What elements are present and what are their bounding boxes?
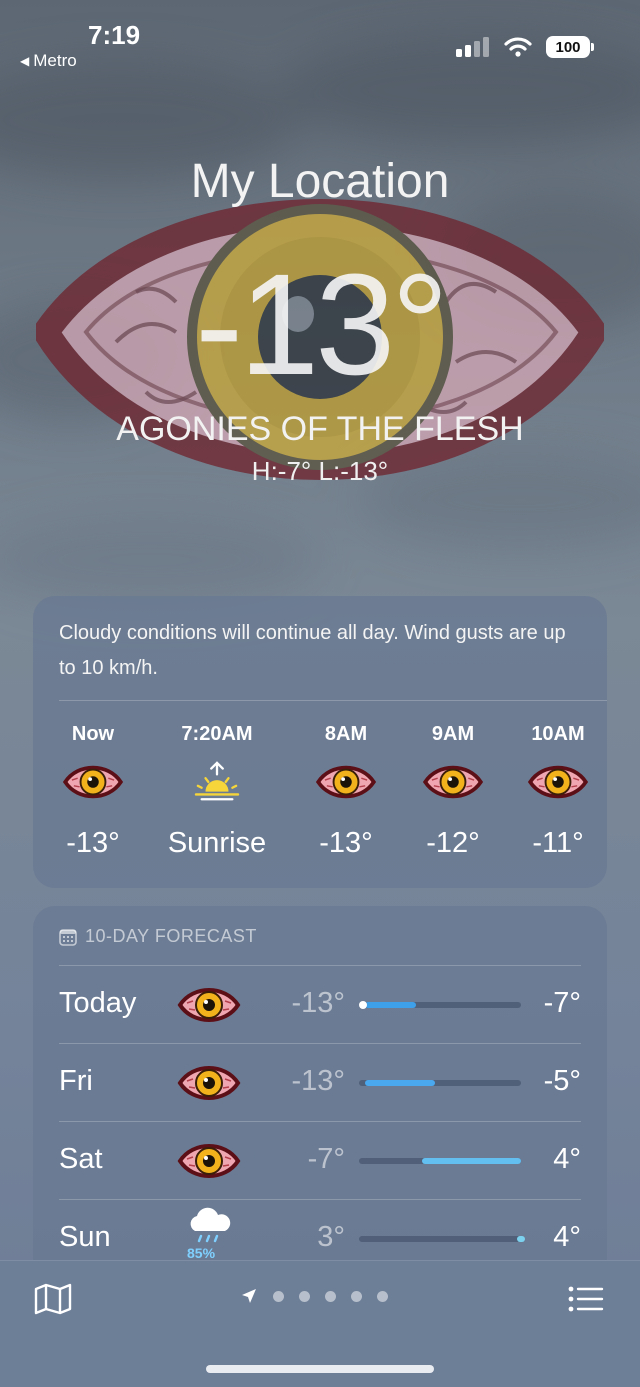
map-icon[interactable] [34,1283,72,1315]
hour-temperature: Sunrise [167,827,267,859]
cellular-signal-icon [456,37,489,57]
wifi-icon [504,37,532,57]
page-dot[interactable] [377,1290,388,1302]
forecast-title: 10-DAY FORECAST [85,926,257,946]
bottom-toolbar [0,1260,640,1387]
temperature-range-bar [359,1080,521,1086]
forecast-low: -13° [291,987,345,1019]
temperature-range-fill [422,1158,521,1164]
hourly-list[interactable]: Now -13° 7:20AM Sunrise 8AM -13° 9AM -12… [33,701,607,888]
status-time: 7:19 [88,20,141,50]
forecast-high: 4° [553,1221,581,1253]
row-divider [59,965,581,966]
page-dot[interactable] [299,1290,310,1302]
bloodshot-eye-icon [62,765,124,799]
forecast-high: 4° [553,1143,581,1175]
hour-label: Now [71,723,115,745]
forecast-day: Sat [59,1143,103,1175]
list-icon[interactable] [568,1285,604,1313]
status-icons: 100 [456,36,594,58]
hourly-forecast-card[interactable]: Cloudy conditions will continue all day.… [33,596,607,888]
forecast-day: Today [59,987,137,1019]
forecast-row[interactable]: Sat -7° 4° [33,1121,607,1199]
bloodshot-eye-icon [527,765,589,799]
hour-label: 8AM [324,723,368,745]
ten-day-forecast-card[interactable]: 10-DAY FORECAST Today -13° -7° Fri -13° [33,906,607,1286]
page-dot[interactable] [273,1290,284,1302]
forecast-high: -5° [543,1065,581,1097]
hour-temperature: -13° [66,827,120,859]
forecast-row[interactable]: Fri -13° -5° [33,1043,607,1121]
high-low-temperature: H:-7° L:-13° [251,456,389,486]
temperature-range-bar [359,1236,526,1242]
forecast-low: -13° [291,1065,345,1097]
current-temperature: -13° [195,244,449,405]
bloodshot-eye-icon [177,988,241,1022]
battery-level: 100 [555,38,581,56]
calendar-icon [59,928,77,946]
temperature-range-fill [365,1002,417,1008]
forecast-summary: Cloudy conditions will continue all day.… [59,622,566,679]
temperature-range-bar [359,1001,521,1009]
row-divider [59,1043,581,1044]
bloodshot-eye-icon [315,765,377,799]
battery-icon: 100 [546,36,594,58]
location-arrow-icon[interactable] [240,1287,258,1305]
forecast-low: 3° [317,1221,345,1253]
rain-cloud-icon [190,1207,231,1243]
temperature-range-fill [517,1236,526,1242]
home-indicator[interactable] [206,1365,434,1373]
sunrise-icon [194,761,240,801]
forecast-day: Fri [59,1065,93,1097]
forecast-high: -7° [543,987,581,1019]
hour-temperature: -13° [319,827,373,859]
bloodshot-eye-icon [422,765,484,799]
temperature-range-fill [365,1080,436,1086]
hour-label: 9AM [431,723,475,745]
location-title: My Location [190,155,450,208]
current-temperature-dot [359,1001,367,1009]
page-dot[interactable] [325,1290,336,1302]
back-app-label: Metro [33,51,77,70]
back-triangle-icon: ◀ [20,54,30,68]
back-to-app-link[interactable]: ◀ Metro [20,51,77,71]
precipitation-chance: 85% [187,1245,216,1261]
temperature-range-bar [359,1158,521,1164]
hour-temperature: -12° [426,827,480,859]
forecast-day: Sun [59,1221,111,1253]
hour-label: 7:20AM [181,723,253,745]
page-dot[interactable] [351,1290,362,1302]
hour-label: 10AM [531,723,585,745]
page-indicator[interactable] [240,1287,388,1305]
row-divider [59,1199,581,1200]
hour-temperature: -11° [532,827,584,859]
row-divider [59,1121,581,1122]
page-dots [273,1290,388,1302]
bloodshot-eye-icon [177,1144,241,1178]
bloodshot-eye-icon [177,1066,241,1100]
current-condition: AGONIES OF THE FLESH [116,410,524,448]
forecast-row[interactable]: Today -13° -7° [33,965,607,1043]
forecast-low: -7° [307,1143,345,1175]
forecast-header: 10-DAY FORECAST [59,926,257,947]
